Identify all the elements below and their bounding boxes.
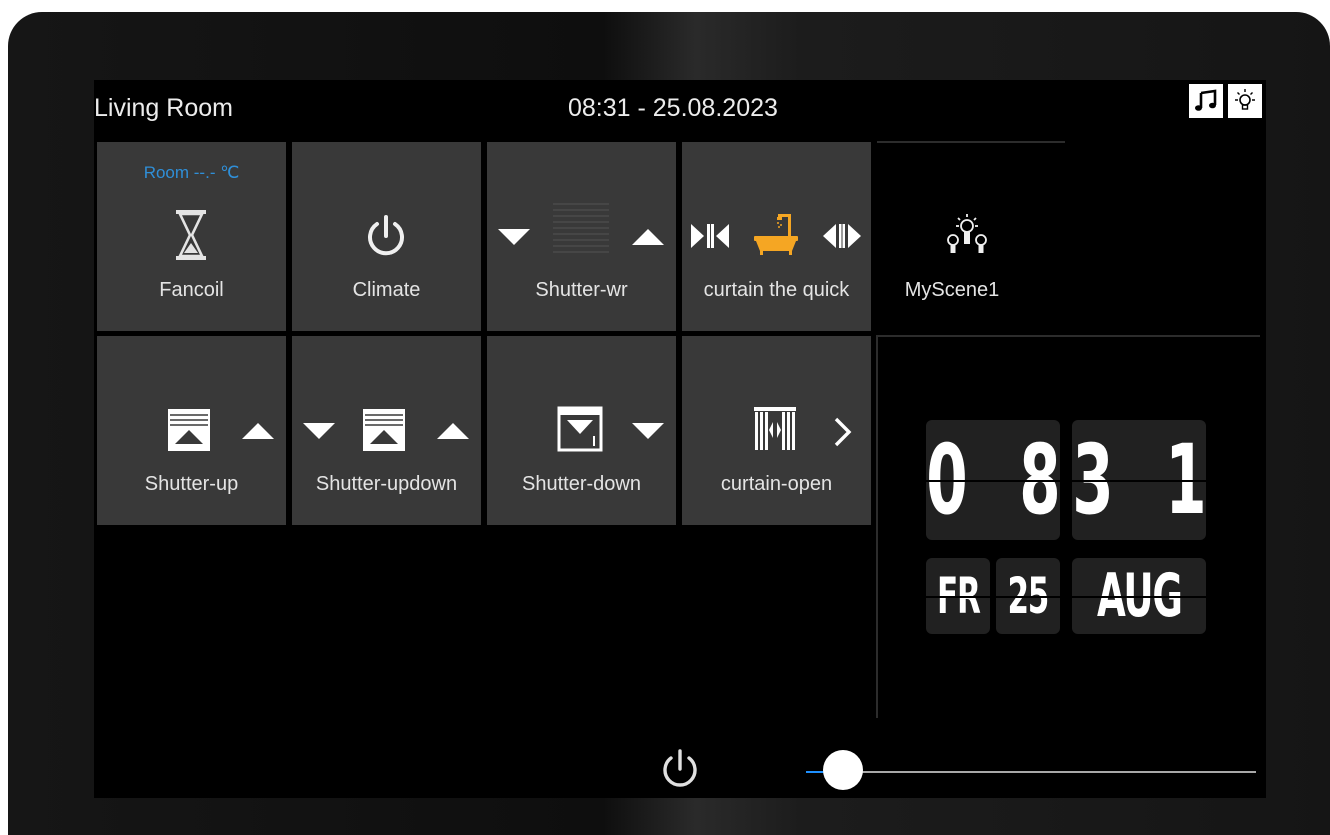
divider <box>877 335 1260 337</box>
tile-label: Fancoil <box>159 279 224 301</box>
shutter-up-icon <box>168 409 210 451</box>
tile-label: Shutter-down <box>522 473 641 495</box>
panel-screen: Living Room 08:31 - 25.08.2023 Room --.-… <box>94 80 1266 798</box>
tile-fancoil[interactable]: Room --.- ℃ Fancoil <box>97 142 286 331</box>
top-icons <box>1189 84 1262 118</box>
tile-label: Shutter-updown <box>315 473 458 495</box>
minute-ones-digit: 1 <box>1165 424 1206 536</box>
tile-curtain-open[interactable]: curtain-open <box>682 336 871 525</box>
device-frame: Living Room 08:31 - 25.08.2023 Room --.-… <box>8 12 1330 835</box>
room-temperature: Room --.- ℃ <box>143 163 240 182</box>
shutter-icon <box>553 203 609 253</box>
tile-label: Shutter-wr <box>535 279 628 301</box>
arrow-down-icon[interactable] <box>631 421 665 441</box>
bathtub-icon <box>754 214 798 255</box>
curtain-close-icon[interactable] <box>690 222 730 250</box>
tile-shutter-up[interactable]: Shutter-up <box>97 336 286 525</box>
clock-month: AUG <box>1072 558 1206 634</box>
divider <box>877 141 1065 143</box>
tile-curtain-quick[interactable]: curtain the quick <box>682 142 871 331</box>
arrow-down-icon[interactable] <box>497 227 531 247</box>
tile-label: Climate <box>352 279 421 301</box>
shutter-down-icon <box>557 406 603 452</box>
dimmer-slider-track[interactable] <box>806 771 1256 773</box>
clock-hours: 0 8 <box>926 420 1060 540</box>
power-icon[interactable] <box>660 748 700 792</box>
arrow-up-icon[interactable] <box>436 421 470 441</box>
tile-label: MyScene1 <box>904 279 1000 301</box>
arrow-up-icon[interactable] <box>631 227 665 247</box>
curtain-icon <box>754 407 796 450</box>
power-icon <box>368 215 404 256</box>
chevron-right-icon[interactable] <box>832 416 854 448</box>
tile-label: curtain-open <box>720 473 833 495</box>
scene-bulbs-icon <box>947 214 987 253</box>
tile-climate[interactable]: Climate <box>292 142 481 331</box>
shutter-up-icon <box>363 409 405 451</box>
header-datetime: 08:31 - 25.08.2023 <box>568 94 778 122</box>
tile-shutter-down[interactable]: Shutter-down <box>487 336 676 525</box>
clock-minutes: 3 1 <box>1072 420 1206 540</box>
arrow-up-icon[interactable] <box>241 421 275 441</box>
divider <box>876 335 878 718</box>
hour-ones-digit: 8 <box>1019 424 1060 536</box>
tile-myscene1[interactable]: MyScene1 <box>877 142 1065 330</box>
tile-shutter-updown[interactable]: Shutter-updown <box>292 336 481 525</box>
room-title: Living Room <box>94 94 233 122</box>
clock-day: 25 <box>996 558 1060 634</box>
arrow-down-icon[interactable] <box>302 421 336 441</box>
clock-weekday: FR <box>926 558 990 634</box>
music-icon[interactable] <box>1189 84 1223 118</box>
light-bulb-icon[interactable] <box>1228 84 1262 118</box>
tile-shutter-wr[interactable]: Shutter-wr <box>487 142 676 331</box>
curtain-open-icon[interactable] <box>822 222 862 250</box>
minute-tens-digit: 3 <box>1072 424 1114 536</box>
hourglass-icon <box>176 210 206 260</box>
tile-label: Shutter-up <box>144 473 239 495</box>
dimmer-slider-knob[interactable] <box>823 750 863 790</box>
hour-tens-digit: 0 <box>926 424 968 536</box>
